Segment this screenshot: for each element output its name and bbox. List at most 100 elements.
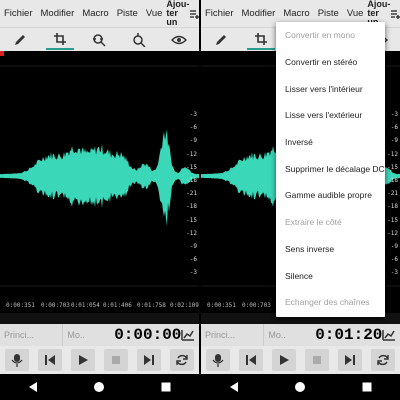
playhead-marker[interactable] bbox=[0, 51, 4, 56]
eye-icon bbox=[171, 35, 188, 44]
play-icon bbox=[279, 355, 289, 365]
zoom-button[interactable] bbox=[125, 30, 153, 50]
level-chart-icon[interactable] bbox=[181, 329, 195, 341]
play-button[interactable] bbox=[70, 349, 95, 371]
menu-bar: Fichier Modifier Macro Piste Vue Ajou- t… bbox=[0, 0, 199, 27]
menu-item-lisser-vers-l-intérieur[interactable]: Lisser vers l'intérieur bbox=[276, 75, 385, 102]
skip-back-button[interactable] bbox=[238, 349, 263, 371]
play-icon bbox=[78, 355, 88, 365]
status-bar: Princi... Mo.. 0:00:00 bbox=[0, 324, 199, 346]
time-tick-label: 0:01:054 bbox=[71, 302, 100, 309]
menu-item-lisse-vers-l-extérieur[interactable]: Lisse vers l'extérieur bbox=[276, 102, 385, 129]
db-scale-label: -9 bbox=[189, 243, 197, 250]
play-button[interactable] bbox=[271, 349, 296, 371]
menu-item-supprimer-le-décalage-dc[interactable]: Supprimer le décalage DC bbox=[276, 155, 385, 182]
recents-icon[interactable] bbox=[361, 381, 373, 393]
menu-fichier[interactable]: Fichier bbox=[0, 8, 37, 19]
menu-item-sens-inverse[interactable]: Sens inverse bbox=[276, 236, 385, 263]
mode-selector[interactable]: Mo.. bbox=[63, 324, 112, 346]
time-tick-label: 0:00:703 bbox=[242, 302, 271, 309]
zoom-icon bbox=[133, 32, 146, 47]
menu-vue[interactable]: Vue bbox=[343, 8, 368, 19]
track-selector[interactable]: Princi... bbox=[0, 324, 64, 346]
skip-forward-button[interactable] bbox=[338, 349, 363, 371]
view-button[interactable] bbox=[165, 30, 193, 50]
transport-bar bbox=[201, 346, 400, 374]
level-chart-icon[interactable] bbox=[382, 329, 396, 341]
waveform-canvas bbox=[0, 65, 199, 287]
home-icon[interactable] bbox=[93, 381, 105, 393]
loop-icon bbox=[377, 354, 390, 366]
mode-selector[interactable]: Mo.. bbox=[264, 324, 313, 346]
home-icon[interactable] bbox=[294, 381, 306, 393]
add-track-button[interactable]: Ajou- ter un bbox=[166, 0, 199, 27]
db-scale-label: -21 bbox=[387, 190, 398, 198]
db-scale-label: -9 bbox=[390, 243, 398, 250]
db-scale-label: -6 bbox=[189, 124, 197, 132]
track-dropdown-menu: Convertir en mono Convertir en stéréo Liss… bbox=[276, 22, 385, 317]
db-scale-label: -3 bbox=[189, 111, 197, 118]
pencil-icon bbox=[14, 34, 25, 45]
menu-item-convertir-en-mono: Convertir en mono bbox=[285, 30, 355, 41]
db-scale-label: -18 bbox=[186, 203, 197, 211]
menu-piste[interactable]: Piste bbox=[113, 8, 142, 19]
menu-vue[interactable]: Vue bbox=[142, 8, 167, 19]
add-track-label-line2: ter un bbox=[166, 8, 178, 27]
time-display: 0:00:00 bbox=[114, 326, 182, 344]
time-tick-label: 0:01:758 bbox=[137, 302, 166, 309]
stop-button[interactable] bbox=[305, 349, 330, 371]
android-nav-bar bbox=[0, 374, 199, 400]
db-scale-label: -6 bbox=[189, 256, 197, 264]
loop-icon bbox=[176, 354, 189, 366]
pencil-icon bbox=[215, 34, 226, 45]
db-scale-label: -6 bbox=[390, 256, 398, 264]
skip-back-icon bbox=[44, 355, 55, 365]
menu-piste[interactable]: Piste bbox=[314, 8, 343, 19]
db-scale-label: -18 bbox=[387, 177, 398, 184]
crop-tool-button[interactable] bbox=[45, 30, 74, 50]
add-list-icon bbox=[189, 9, 199, 19]
menu-fichier[interactable]: Fichier bbox=[201, 8, 238, 19]
time-ruler[interactable]: 0:00:351 0:00:703 0:01:054 0:01:406 0:01:758… bbox=[0, 299, 199, 313]
time-tick-label: 0:00:351 bbox=[207, 302, 236, 309]
db-scale-label: -15 bbox=[186, 163, 197, 171]
db-scale-label: -12 bbox=[186, 150, 197, 158]
menu-macro[interactable]: Macro bbox=[279, 8, 313, 19]
skip-forward-button[interactable] bbox=[137, 349, 162, 371]
stop-icon bbox=[313, 356, 322, 364]
menu-item-silence[interactable]: Silence bbox=[276, 262, 385, 289]
skip-forward-icon bbox=[144, 355, 155, 365]
zoom-fit-button[interactable] bbox=[85, 30, 113, 50]
pencil-tool-button[interactable] bbox=[207, 30, 235, 50]
db-scale-label: -18 bbox=[186, 177, 197, 184]
db-scale-label: -15 bbox=[387, 216, 398, 224]
db-scale-label: -12 bbox=[186, 229, 197, 237]
track-selector[interactable]: Princi... bbox=[201, 324, 265, 346]
menu-macro[interactable]: Macro bbox=[78, 8, 112, 19]
zoom-fit-icon bbox=[93, 33, 107, 47]
pencil-tool-button[interactable] bbox=[6, 30, 34, 50]
waveform-view[interactable]: -3 -6 -9 -12 -15 -18 -21 -18 -15 -12 -9 -6 -3 bbox=[0, 51, 199, 302]
skip-back-button[interactable] bbox=[37, 349, 62, 371]
menu-modifier[interactable]: Modifier bbox=[238, 8, 280, 19]
left-pane: Fichier Modifier Macro Piste Vue Ajou- t… bbox=[0, 0, 199, 400]
loop-button[interactable] bbox=[170, 349, 195, 371]
menu-item-gamme-audible-propre[interactable]: Gamme audible propre bbox=[276, 182, 385, 209]
status-bar: Princi... Mo.. 0:01:20 bbox=[201, 324, 400, 346]
recents-icon[interactable] bbox=[160, 381, 172, 393]
transport-bar bbox=[0, 346, 199, 374]
menu-item-convertir-en-stéréo[interactable]: Convertir en stéréo bbox=[276, 49, 385, 76]
back-icon[interactable] bbox=[228, 381, 240, 393]
record-button[interactable] bbox=[4, 349, 29, 371]
record-button[interactable] bbox=[205, 349, 230, 371]
loop-button[interactable] bbox=[371, 349, 396, 371]
menu-modifier[interactable]: Modifier bbox=[37, 8, 79, 19]
menu-item-inversé[interactable]: Inversé bbox=[276, 129, 385, 156]
crop-icon bbox=[254, 32, 267, 45]
back-icon[interactable] bbox=[27, 381, 39, 393]
db-scale-label: -3 bbox=[390, 111, 398, 118]
db-scale-label: -9 bbox=[189, 137, 197, 145]
crop-tool-button[interactable] bbox=[246, 30, 275, 50]
stop-button[interactable] bbox=[104, 349, 129, 371]
menu-item-echanger-des-chaînes: Echanger des chaînes bbox=[285, 297, 370, 308]
